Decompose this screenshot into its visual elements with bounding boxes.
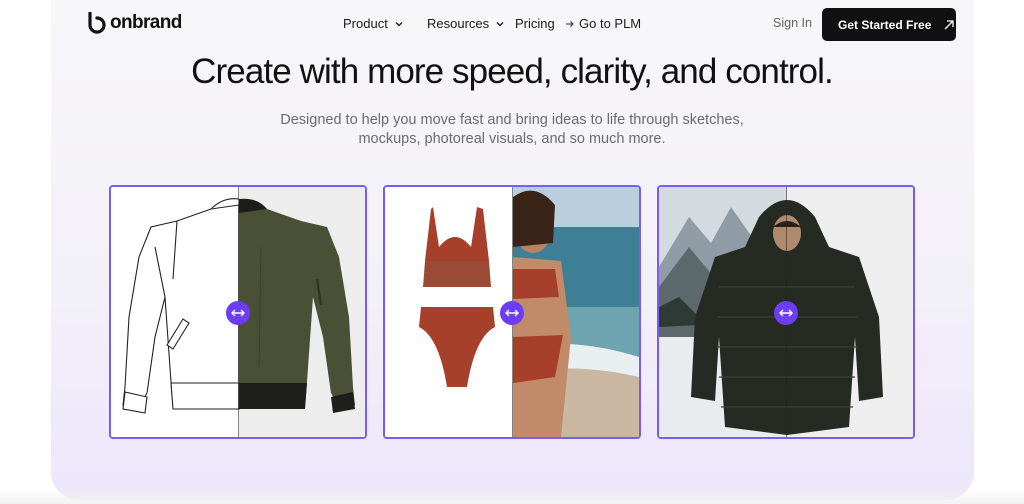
nav-item-go-to-plm[interactable]: Go to PLM [565,16,641,31]
brand-logo-icon [88,12,106,34]
landing-page: onbrand Product Resources Pricing Go to … [0,0,1024,504]
nav-item-pricing[interactable]: Pricing [515,16,555,31]
arrow-up-right-icon [944,19,955,29]
page-subtitle: Designed to help you move fast and bring… [280,112,744,147]
left-right-arrow-icon [231,309,245,317]
sign-in-link[interactable]: Sign In [773,16,812,30]
arrow-right-icon [566,20,574,27]
nav-item-label: Go to PLM [579,16,642,31]
nav-item-resources[interactable]: Resources [427,16,505,31]
chevron-down-icon [395,21,403,26]
nav-item-product[interactable]: Product [343,16,404,31]
brand-name: onbrand [110,12,182,33]
bottom-fade [0,488,1024,504]
left-right-arrow-icon [505,309,519,317]
compare-handle[interactable] [774,301,798,325]
compare-handle[interactable] [500,301,524,325]
get-started-button[interactable]: Get Started Free [822,8,956,41]
page-title: Create with more speed, clarity, and con… [191,52,834,91]
comparison-panel-puffer[interactable] [657,185,915,439]
chevron-down-icon [496,21,504,26]
nav-item-label: Product [343,16,388,31]
comparison-panel-bomber[interactable] [109,185,367,439]
get-started-label: Get Started Free [838,17,932,32]
nav-item-label: Resources [427,16,490,31]
compare-handle[interactable] [226,301,250,325]
top-nav: onbrand Product Resources Pricing Go to … [0,0,1024,48]
nav-item-label: Pricing [515,16,555,31]
left-right-arrow-icon [779,309,793,317]
brand-logo[interactable]: onbrand [87,12,182,34]
comparison-panel-bikini[interactable] [383,185,641,439]
